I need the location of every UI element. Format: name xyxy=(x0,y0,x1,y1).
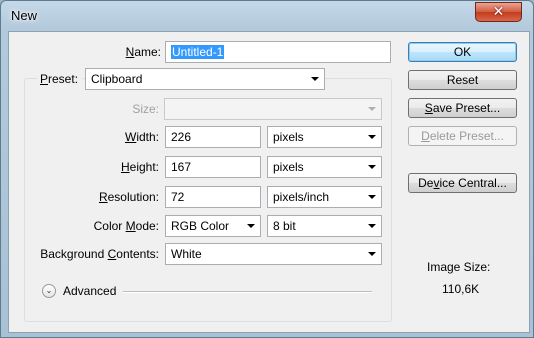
chevron-down-icon xyxy=(368,135,376,139)
width-input[interactable]: 226 xyxy=(165,126,261,148)
close-icon: ✕ xyxy=(492,4,505,20)
height-label: Height: xyxy=(120,160,159,174)
resolution-unit-dropdown[interactable]: pixels/inch xyxy=(267,186,382,208)
delete-preset-button: Delete Preset... xyxy=(408,126,517,146)
color-mode-label: Color Mode: xyxy=(93,219,159,233)
name-input[interactable]: Untitled-1 xyxy=(165,41,391,63)
resolution-label: Resolution: xyxy=(98,190,159,204)
dialog-window: New ✕ Name: Untitled-1 Preset: Clipboard… xyxy=(0,0,534,338)
height-input[interactable]: 167 xyxy=(165,156,261,178)
chevron-down-icon xyxy=(368,195,376,199)
title-bar[interactable]: New ✕ xyxy=(1,1,534,31)
resolution-input[interactable]: 72 xyxy=(165,186,261,208)
image-size-value: 110,6K xyxy=(442,282,480,296)
close-button[interactable]: ✕ xyxy=(475,2,522,22)
preset-label: Preset: xyxy=(37,72,83,86)
name-label: Name: xyxy=(125,45,161,59)
color-mode-dropdown[interactable]: RGB Color xyxy=(165,215,261,237)
reset-button[interactable]: Reset xyxy=(408,70,517,90)
window-title: New xyxy=(11,8,38,23)
chevron-down-icon xyxy=(368,107,376,111)
image-size-label: Image Size: xyxy=(427,260,491,274)
background-contents-dropdown[interactable]: White xyxy=(165,243,382,265)
width-label: Width: xyxy=(124,130,159,144)
height-unit-dropdown[interactable]: pixels xyxy=(267,156,382,178)
save-preset-button[interactable]: Save Preset... xyxy=(408,98,517,118)
background-contents-label: Background Contents: xyxy=(40,247,159,261)
preset-dropdown[interactable]: Clipboard xyxy=(85,68,325,90)
expand-advanced-icon[interactable]: ⌄ xyxy=(42,284,56,298)
device-central-button[interactable]: Device Central... xyxy=(408,173,517,193)
advanced-label[interactable]: Advanced xyxy=(63,284,116,298)
width-unit-dropdown[interactable]: pixels xyxy=(267,126,382,148)
advanced-divider xyxy=(123,291,372,293)
chevron-down-icon xyxy=(311,77,319,81)
dialog-body: Name: Untitled-1 Preset: Clipboard Size:… xyxy=(8,31,530,333)
chevron-down-icon xyxy=(247,224,255,228)
ok-button[interactable]: OK xyxy=(408,42,517,62)
size-dropdown xyxy=(164,98,382,120)
chevron-down-icon xyxy=(368,252,376,256)
bit-depth-dropdown[interactable]: 8 bit xyxy=(267,215,382,237)
chevron-down-icon xyxy=(368,165,376,169)
size-label: Size: xyxy=(132,102,159,116)
chevron-down-icon xyxy=(368,224,376,228)
